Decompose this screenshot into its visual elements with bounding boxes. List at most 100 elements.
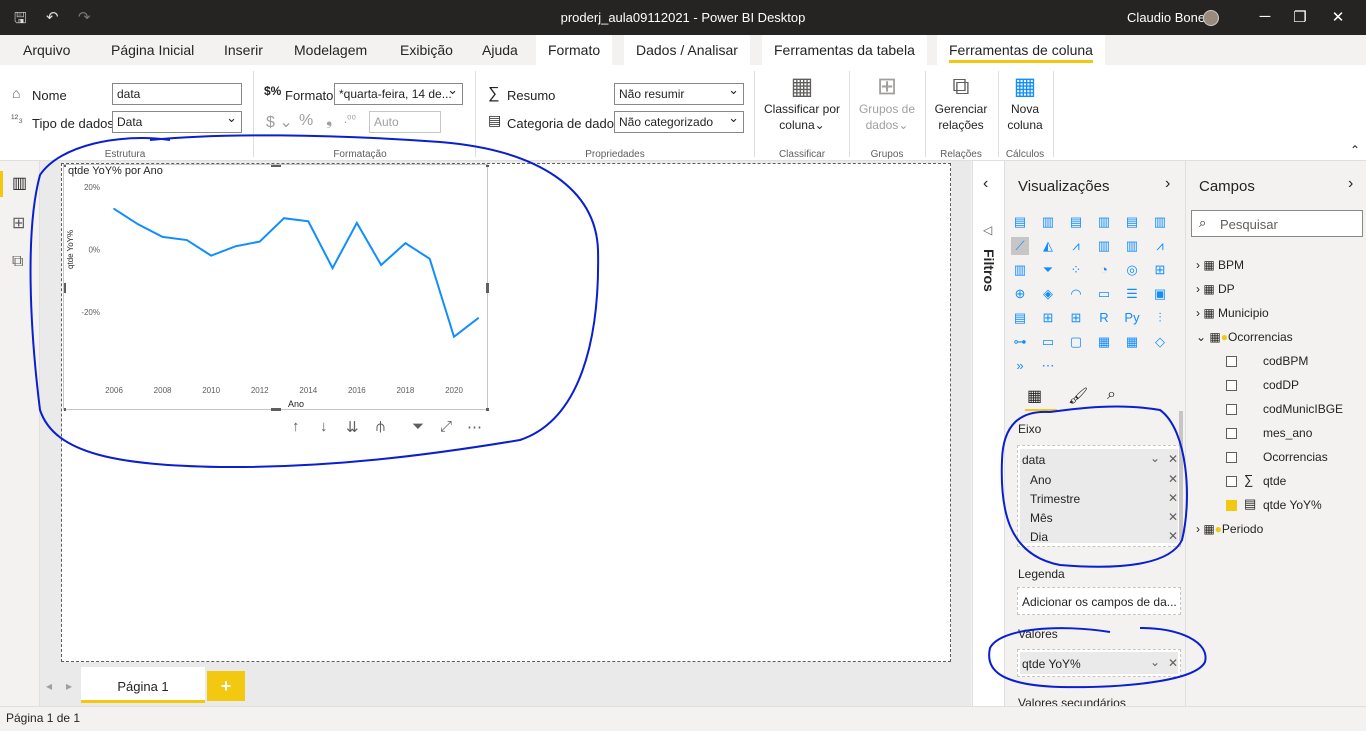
analytics-icon[interactable]: ⌕	[1107, 386, 1116, 404]
expand-hierarchy-icon[interactable]: ⫛	[376, 418, 385, 435]
visual-type-icon[interactable]: ⁘	[1067, 261, 1085, 279]
tab-dados-analisar[interactable]: Dados / Analisar	[624, 35, 750, 65]
table-bpm[interactable]: › ▦ BPM	[1196, 258, 1244, 272]
visual-type-icon[interactable]: ◇	[1151, 333, 1169, 351]
tab-ferramentas-tabela[interactable]: Ferramentas da tabela	[762, 35, 927, 65]
table-dp[interactable]: › ▦ DP	[1196, 282, 1235, 296]
field-mes-ano[interactable]: mes_ano	[1263, 426, 1312, 440]
line-chart-visual[interactable]: qtde YoY% por Ano 20% 0% -20% 2006 2008 2010 2…	[63, 164, 489, 411]
new-column-button[interactable]: ▦ Nova coluna	[1000, 73, 1050, 133]
visual-type-icon[interactable]: ▤	[1123, 213, 1141, 231]
visual-type-icon[interactable]: ▥	[1095, 237, 1113, 255]
tab-arquivo[interactable]: Arquivo	[23, 42, 70, 58]
tab-formato[interactable]: Formato	[536, 35, 613, 65]
sort-by-column-button[interactable]: ▦ Classificar por coluna⌄	[758, 73, 846, 133]
table-municipio[interactable]: › ▦ Municipio	[1196, 306, 1269, 320]
eixo-sub-trimestre[interactable]: Trimestre	[1030, 492, 1080, 506]
visual-type-icon[interactable]: R	[1095, 309, 1113, 327]
eixo-well[interactable]: data ⌄ ✕ Ano ✕ Trimestre ✕ Mês ✕ Dia ✕	[1017, 445, 1181, 547]
checkbox[interactable]	[1226, 476, 1237, 487]
eixo-sub-dia[interactable]: Dia	[1030, 530, 1048, 544]
format-paint-icon[interactable]: 🖌	[1068, 386, 1088, 406]
visual-type-icon[interactable]: ▢	[1067, 333, 1085, 351]
tab-exibicao[interactable]: Exibição	[400, 42, 453, 58]
collapse-ribbon-icon[interactable]: ⌃	[1350, 143, 1360, 157]
eixo-sub-ano[interactable]: Ano	[1030, 473, 1051, 487]
checkbox[interactable]	[1226, 380, 1237, 391]
visual-type-icon[interactable]: ⩘	[1151, 237, 1169, 255]
resumo-dropdown[interactable]: Não resumir	[614, 83, 744, 105]
pane-scrollbar[interactable]	[1179, 411, 1183, 541]
tipo-dropdown[interactable]: Data	[112, 111, 242, 133]
categoria-dropdown[interactable]: Não categorizado	[614, 111, 744, 133]
model-view-icon[interactable]: ⧉	[12, 253, 23, 271]
visual-type-icon[interactable]: ▥	[1151, 213, 1169, 231]
eixo-sub-mes[interactable]: Mês	[1030, 511, 1053, 525]
checkbox[interactable]	[1226, 452, 1237, 463]
field-codmunicibge[interactable]: codMunicIBGE	[1263, 402, 1343, 416]
visual-type-icon[interactable]: ◈	[1039, 285, 1057, 303]
remove-value-icon[interactable]: ✕	[1168, 656, 1178, 670]
visual-type-icon[interactable]: ▥	[1095, 213, 1113, 231]
report-view-icon[interactable]: ▥	[12, 173, 27, 193]
checkbox-checked[interactable]	[1226, 500, 1237, 511]
focus-mode-icon[interactable]: ⤢	[440, 418, 452, 435]
tab-ajuda[interactable]: Ajuda	[482, 42, 518, 58]
field-qtde-yoy[interactable]: qtde YoY%	[1263, 498, 1322, 512]
remove-field-icon[interactable]: ✕	[1168, 452, 1178, 466]
visual-type-icon[interactable]: ▤	[1067, 213, 1085, 231]
formato-dropdown[interactable]: *quarta-feira, 14 de...	[334, 83, 463, 105]
chevron-left-icon[interactable]: ‹	[983, 175, 988, 193]
expand-value-icon[interactable]: ⌄	[1150, 655, 1160, 669]
next-page-icon[interactable]: ▸	[66, 679, 72, 693]
remove-dia-icon[interactable]: ✕	[1168, 529, 1178, 543]
search-box[interactable]: ⌕ Pesquisar	[1191, 210, 1363, 237]
data-view-icon[interactable]: ⊞	[12, 213, 25, 233]
visual-type-icon[interactable]: ▭	[1095, 285, 1113, 303]
tab-pagina-inicial[interactable]: Página Inicial	[111, 42, 194, 58]
tab-ferramentas-coluna[interactable]: Ferramentas de coluna	[937, 35, 1105, 65]
visual-type-icon[interactable]: ⏷	[1039, 261, 1057, 279]
valores-field[interactable]: qtde YoY%	[1022, 657, 1081, 671]
add-page-button[interactable]: +	[207, 671, 245, 701]
remove-mes-icon[interactable]: ✕	[1168, 510, 1178, 524]
visual-type-icon[interactable]: ◭	[1039, 237, 1057, 255]
filter-icon[interactable]: ⏷	[412, 418, 424, 435]
visual-type-icon[interactable]: ▥	[1123, 237, 1141, 255]
field-ocorrencias[interactable]: Ocorrencias	[1263, 450, 1328, 464]
eixo-field[interactable]: data	[1022, 453, 1045, 467]
visual-type-icon[interactable]: ⊞	[1067, 309, 1085, 327]
visual-type-icon[interactable]: ⫶	[1151, 309, 1169, 327]
filters-pane[interactable]: ‹ ◁ Filtros	[972, 161, 1004, 706]
visual-type-icon[interactable]: ▦	[1095, 333, 1113, 351]
more-options-icon[interactable]: ⋯	[467, 418, 482, 436]
close-icon[interactable]: ✕	[1328, 8, 1348, 26]
manage-relationships-button[interactable]: ⧉ Gerenciar relações	[928, 73, 994, 133]
fields-tab-icon[interactable]: ▦	[1027, 386, 1042, 406]
field-coddp[interactable]: codDP	[1263, 378, 1299, 392]
drill-up-icon[interactable]: ↑	[292, 418, 300, 435]
chevron-right-icon[interactable]: ›	[1348, 175, 1353, 193]
visual-type-icon[interactable]: ⟋	[1011, 237, 1029, 255]
prev-page-icon[interactable]: ◂	[46, 679, 52, 693]
visual-type-icon[interactable]: ⊕	[1011, 285, 1029, 303]
tab-modelagem[interactable]: Modelagem	[294, 42, 367, 58]
field-codbpm[interactable]: codBPM	[1263, 354, 1308, 368]
visual-type-icon[interactable]: ▭	[1039, 333, 1057, 351]
visual-type-icon[interactable]: ▤	[1011, 309, 1029, 327]
table-periodo[interactable]: › ▦●Periodo	[1196, 522, 1263, 536]
visual-type-icon[interactable]: ▤	[1011, 213, 1029, 231]
visual-type-icon[interactable]: ▣	[1151, 285, 1169, 303]
minimize-icon[interactable]: ─	[1255, 8, 1275, 25]
visual-type-icon[interactable]: ▥	[1011, 261, 1029, 279]
visual-type-icon[interactable]: ◔	[1095, 261, 1113, 279]
decimal-places-input[interactable]: Auto	[369, 111, 441, 133]
data-groups-button[interactable]: ⊞ Grupos de dados⌄	[852, 73, 922, 133]
remove-trimestre-icon[interactable]: ✕	[1168, 491, 1178, 505]
expand-next-level-icon[interactable]: ⇊	[346, 418, 359, 436]
visual-type-icon[interactable]: ⋯	[1039, 357, 1057, 375]
visual-type-icon[interactable]: ⊞	[1039, 309, 1057, 327]
visual-type-icon[interactable]: »	[1011, 357, 1029, 375]
visual-type-icon[interactable]: ◎	[1123, 261, 1141, 279]
visual-type-icon[interactable]: ◠	[1067, 285, 1085, 303]
